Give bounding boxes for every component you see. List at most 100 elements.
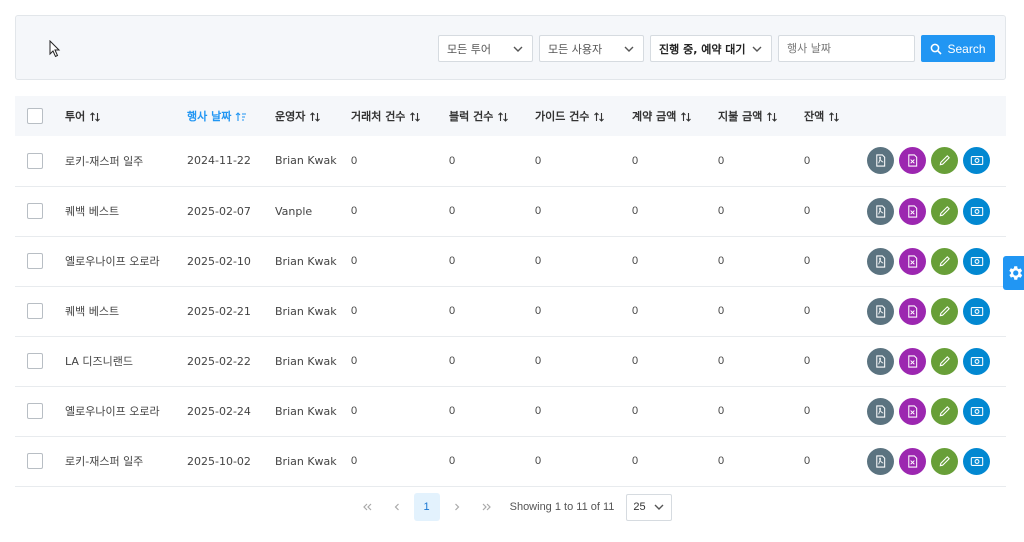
- row-checkbox[interactable]: [27, 253, 43, 269]
- edit-button[interactable]: [931, 147, 958, 175]
- next-page-button[interactable]: [442, 493, 472, 521]
- column-header-paid-amount[interactable]: 지불 금액: [718, 96, 804, 136]
- cell-actions: [867, 286, 1006, 336]
- edit-icon: [938, 255, 951, 268]
- filter-bar: 모든 투어 모든 사용자 진행 중, 예약 대기 Search: [15, 15, 1006, 80]
- column-header-balance[interactable]: 잔액: [804, 96, 867, 136]
- cell-block-count: 0: [449, 305, 456, 317]
- pagination-info: Showing 1 to 11 of 11: [509, 501, 615, 513]
- view-icon: [970, 355, 984, 368]
- edit-button[interactable]: [931, 347, 958, 375]
- document-button[interactable]: [899, 297, 926, 325]
- view-button[interactable]: [963, 147, 990, 175]
- document-button[interactable]: [899, 147, 926, 175]
- search-icon: [931, 43, 943, 55]
- row-checkbox[interactable]: [27, 303, 43, 319]
- cell-operator: Brian Kwak: [275, 304, 337, 318]
- cell-contract-amount: 0: [632, 255, 639, 267]
- view-button[interactable]: [963, 347, 990, 375]
- view-button[interactable]: [963, 397, 990, 425]
- cell-vendor-count: 0: [351, 205, 358, 217]
- column-header-block-count[interactable]: 블럭 건수: [449, 96, 535, 136]
- chevron-down-icon: [624, 46, 634, 52]
- view-icon: [970, 455, 984, 468]
- column-header-tour[interactable]: 투어: [65, 96, 187, 136]
- pdf-icon: [874, 454, 887, 468]
- chevron-down-icon: [654, 504, 664, 510]
- edit-button[interactable]: [931, 197, 958, 225]
- document-button[interactable]: [899, 347, 926, 375]
- document-icon: [906, 204, 919, 218]
- cell-block-count: 0: [449, 455, 456, 467]
- cell-balance: 0: [804, 154, 811, 167]
- cell-actions: [867, 136, 1006, 186]
- cell-actions: [867, 186, 1006, 236]
- cell-balance: 0: [804, 205, 811, 217]
- edit-button[interactable]: [931, 447, 958, 475]
- view-button[interactable]: [963, 247, 990, 275]
- document-button[interactable]: [899, 247, 926, 275]
- cell-vendor-count: 0: [351, 255, 358, 267]
- edit-button[interactable]: [931, 297, 958, 325]
- column-header-vendor-count[interactable]: 거래처 건수: [351, 96, 449, 136]
- column-header-event-date[interactable]: 행사 날짜: [187, 96, 275, 136]
- status-select-value: 진행 중, 예약 대기: [659, 42, 746, 56]
- pdf-button[interactable]: [867, 147, 894, 175]
- cell-contract-amount: 0: [632, 355, 639, 367]
- edit-button[interactable]: [931, 247, 958, 275]
- document-icon: [906, 354, 919, 368]
- chevron-right-icon: [454, 503, 459, 511]
- pdf-button[interactable]: [867, 247, 894, 275]
- pdf-icon: [874, 354, 887, 368]
- row-checkbox[interactable]: [27, 453, 43, 469]
- pdf-button[interactable]: [867, 197, 894, 225]
- cell-actions: [867, 436, 1006, 486]
- first-page-button[interactable]: [352, 493, 382, 521]
- sort-icon: [681, 112, 692, 122]
- row-checkbox[interactable]: [27, 152, 43, 169]
- user-select[interactable]: 모든 사용자: [539, 35, 644, 62]
- view-button[interactable]: [963, 447, 990, 475]
- document-button[interactable]: [899, 197, 926, 225]
- column-header-contract-amount[interactable]: 계약 금액: [632, 96, 718, 136]
- column-header-operator[interactable]: 운영자: [275, 96, 351, 136]
- pdf-icon: [874, 204, 887, 218]
- tour-select[interactable]: 모든 투어: [438, 35, 533, 62]
- pdf-button[interactable]: [867, 397, 894, 425]
- page-button-current[interactable]: 1: [413, 493, 440, 521]
- select-all-checkbox[interactable]: [27, 108, 43, 124]
- cell-block-count: 0: [449, 255, 456, 267]
- settings-tab[interactable]: [1003, 256, 1024, 290]
- last-page-button[interactable]: [472, 493, 502, 521]
- document-button[interactable]: [899, 447, 926, 475]
- row-checkbox[interactable]: [27, 403, 43, 419]
- table-row: LA 디즈니랜드 2025-02-22 Brian Kwak 0 0 0 0 0 0: [15, 336, 1006, 386]
- row-checkbox[interactable]: [27, 353, 43, 369]
- pdf-button[interactable]: [867, 447, 894, 475]
- pdf-button[interactable]: [867, 297, 894, 325]
- edit-icon: [938, 455, 951, 468]
- table-row: 퀘백 베스트 2025-02-07 Vanple 0 0 0 0 0 0: [15, 186, 1006, 236]
- cell-guide-count: 0: [535, 154, 542, 167]
- document-icon: [906, 404, 919, 418]
- cell-guide-count: 0: [535, 405, 542, 417]
- column-header-actions: [867, 96, 1006, 136]
- edit-button[interactable]: [931, 397, 958, 425]
- view-button[interactable]: [963, 297, 990, 325]
- page-size-select[interactable]: 25: [626, 493, 673, 521]
- previous-page-button[interactable]: [382, 493, 412, 521]
- pdf-icon: [874, 254, 887, 268]
- cell-vendor-count: 0: [351, 455, 358, 467]
- search-button[interactable]: Search: [921, 35, 995, 62]
- cell-guide-count: 0: [535, 305, 542, 317]
- document-button[interactable]: [899, 397, 926, 425]
- cell-balance: 0: [804, 405, 811, 417]
- row-checkbox[interactable]: [27, 203, 43, 219]
- view-button[interactable]: [963, 197, 990, 225]
- pdf-button[interactable]: [867, 347, 894, 375]
- cell-tour: 로키-재스퍼 일주: [65, 455, 144, 468]
- column-header-guide-count[interactable]: 가이드 건수: [535, 96, 632, 136]
- status-select[interactable]: 진행 중, 예약 대기: [650, 35, 772, 62]
- cell-block-count: 0: [449, 405, 456, 417]
- event-date-input[interactable]: [778, 35, 915, 62]
